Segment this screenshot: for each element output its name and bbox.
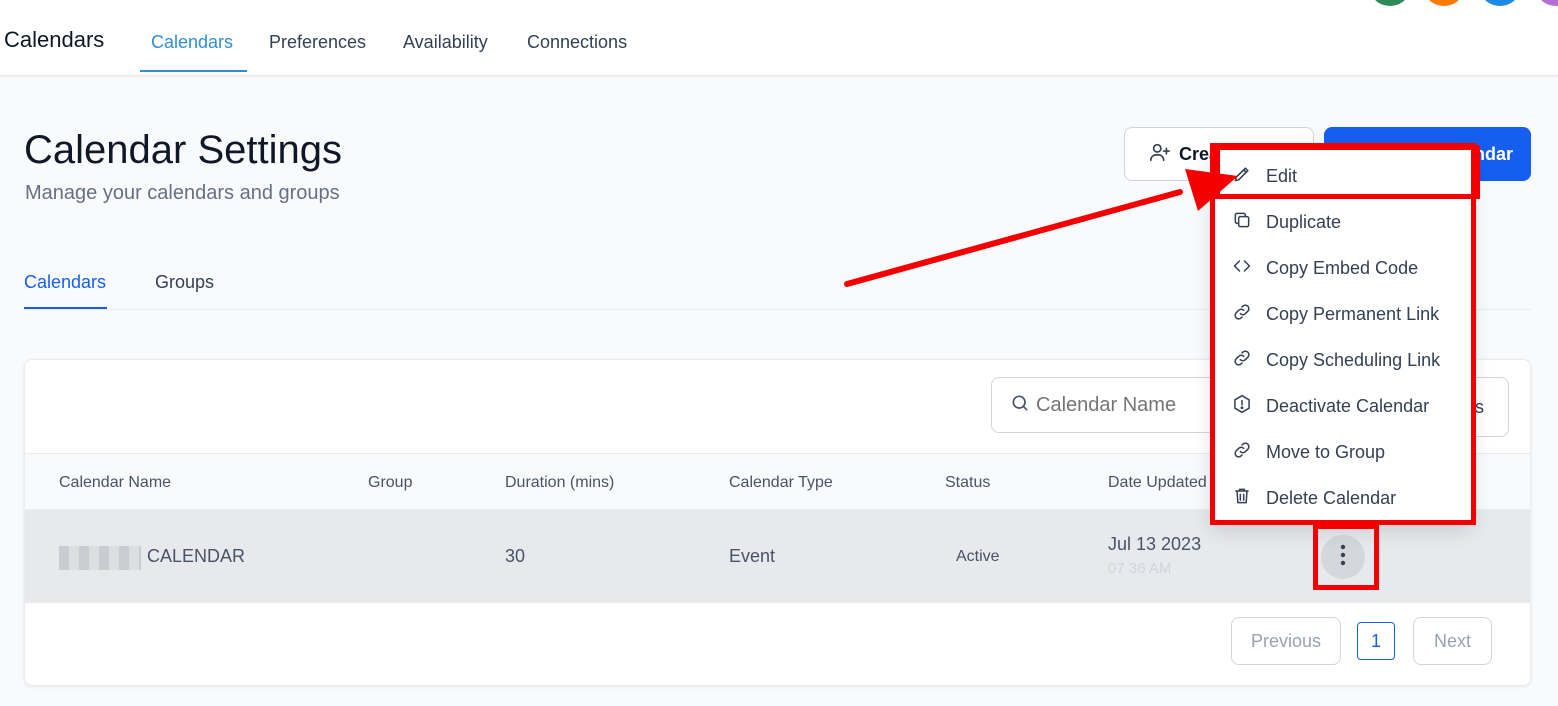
- annotation-arrow: [844, 169, 1238, 287]
